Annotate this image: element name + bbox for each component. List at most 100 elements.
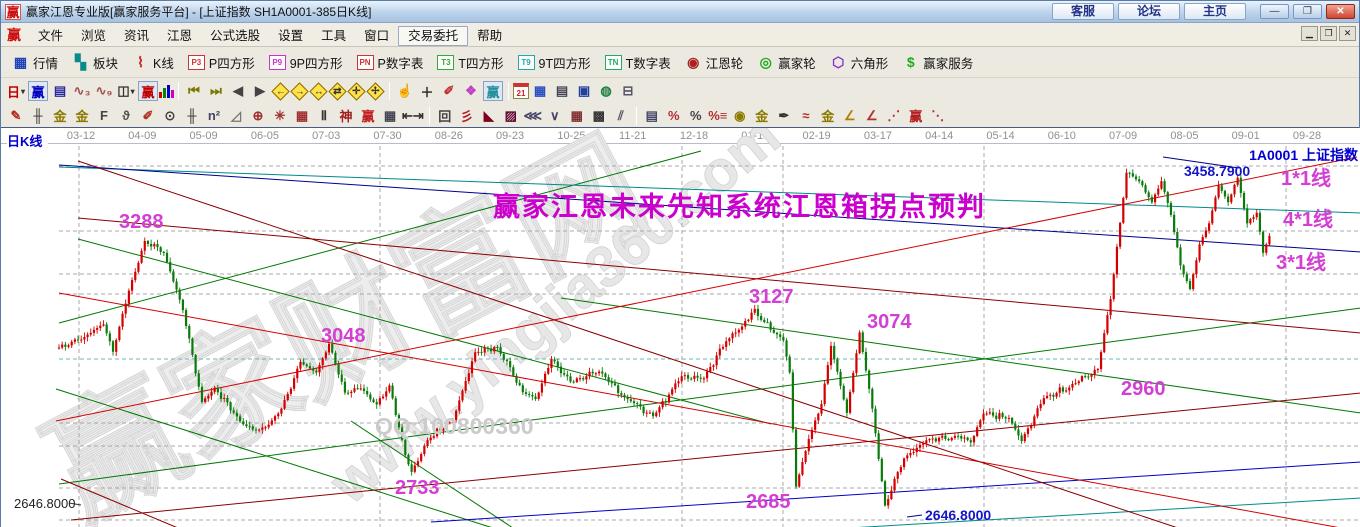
winner-stamp-blue-icon[interactable]: 赢: [28, 81, 48, 101]
info-panel-icon[interactable]: ▤: [50, 81, 70, 101]
expand-all-icon[interactable]: ✛: [347, 82, 365, 100]
toolbar-kline[interactable]: ⌇K线: [125, 50, 181, 74]
calendar-icon[interactable]: 21: [513, 83, 529, 99]
menu-item-工具[interactable]: 工具: [312, 27, 355, 45]
menu-item-窗口[interactable]: 窗口: [355, 27, 398, 45]
crosshair-icon[interactable]: ＋: [417, 81, 437, 101]
ink-pen-icon[interactable]: ✒: [774, 106, 794, 126]
prev-page-icon[interactable]: ◀: [228, 81, 248, 101]
shen-tool-icon[interactable]: 神: [336, 106, 356, 126]
speed-lines-icon[interactable]: ⋰: [884, 106, 904, 126]
gold-ruler-a-icon[interactable]: 金: [50, 106, 70, 126]
fan-box-icon[interactable]: ◣: [479, 106, 499, 126]
menu-item-浏览[interactable]: 浏览: [72, 27, 115, 45]
grid-a-icon[interactable]: ▦: [567, 106, 587, 126]
minimize-button[interactable]: —: [1260, 4, 1289, 19]
price-ruler-icon[interactable]: ╫: [182, 106, 202, 126]
toolbar-9t-square[interactable]: T99T四方形: [511, 50, 598, 74]
gold-ruler-b-icon[interactable]: 金: [72, 106, 92, 126]
width-measure-icon[interactable]: ⇤⇥: [402, 106, 424, 126]
star-burst-icon[interactable]: ✳: [270, 106, 290, 126]
ying-fan-icon[interactable]: 赢: [906, 106, 926, 126]
time-circle-icon[interactable]: ⊙: [160, 106, 180, 126]
box-tool-icon[interactable]: 回: [435, 106, 455, 126]
fan-lines-icon[interactable]: 彡: [457, 106, 477, 126]
grid-b-icon[interactable]: ▩: [589, 106, 609, 126]
gann-ruler-icon[interactable]: ╫: [28, 106, 48, 126]
menu-item-交易委托[interactable]: 交易委托: [398, 26, 468, 46]
toolbar-t-square[interactable]: T3T四方形: [430, 50, 510, 74]
marker-brush-icon[interactable]: ✐: [138, 106, 158, 126]
f-angle-icon[interactable]: ∠: [862, 106, 882, 126]
toolbar-winner-service[interactable]: $赢家服务: [895, 50, 980, 74]
last-page-icon[interactable]: ⏭: [206, 81, 226, 101]
j-angle-icon[interactable]: ∠: [840, 106, 860, 126]
customer-service-button[interactable]: 客服: [1052, 3, 1114, 20]
child-close-button[interactable]: ✕: [1339, 26, 1356, 41]
shift-left-icon[interactable]: ←: [271, 82, 289, 100]
save-icon[interactable]: ▣: [574, 81, 594, 101]
erase-tool-icon[interactable]: ✐: [439, 81, 459, 101]
fib-ruler-icon[interactable]: F: [94, 106, 114, 126]
forum-button[interactable]: 论坛: [1118, 3, 1180, 20]
menu-item-江恩[interactable]: 江恩: [158, 27, 201, 45]
gold-box-icon[interactable]: 金: [818, 106, 838, 126]
gold-circle-icon[interactable]: ◉: [730, 106, 750, 126]
toolbar-winner-wheel[interactable]: ◎赢家轮: [750, 50, 823, 74]
grid-target-icon[interactable]: ▦: [292, 106, 312, 126]
toolbar-p-square[interactable]: P3P四方形: [181, 50, 262, 74]
candle-style-icon[interactable]: ◫▾: [116, 81, 136, 101]
target-circle-icon[interactable]: ⊕: [248, 106, 268, 126]
calculator-icon[interactable]: ▦: [530, 81, 550, 101]
wave-overlay-icon[interactable]: ≈: [796, 106, 816, 126]
menu-item-公式选股[interactable]: 公式选股: [201, 27, 269, 45]
chart-panel[interactable]: 日K线 1A0001 上证指数 03-1204-0905-0906-0507-0…: [1, 128, 1360, 527]
homepage-button[interactable]: 主页: [1184, 3, 1246, 20]
volume-bars-icon[interactable]: [159, 84, 174, 98]
toolbar-gann-wheel[interactable]: ◉江恩轮: [678, 50, 751, 74]
menu-item-设置[interactable]: 设置: [269, 27, 312, 45]
angle-tool-icon[interactable]: ◿: [226, 106, 246, 126]
expand-horizontal-icon[interactable]: ↔: [309, 82, 327, 100]
first-page-icon[interactable]: ⏮: [184, 81, 204, 101]
drag-hand-icon[interactable]: ☝: [395, 81, 415, 101]
zoom-extents-icon[interactable]: ✢: [366, 82, 384, 100]
fan-square-icon[interactable]: ▨: [501, 106, 521, 126]
shift-right-icon[interactable]: →: [290, 82, 308, 100]
child-restore-button[interactable]: ❐: [1320, 26, 1337, 41]
swap-horizontal-icon[interactable]: ⇄: [328, 82, 346, 100]
toolbar-hexagon[interactable]: ⬡六角形: [823, 50, 896, 74]
ying-tool-icon[interactable]: 赢: [358, 106, 378, 126]
close-button[interactable]: ✕: [1326, 4, 1355, 19]
chart-9-icon[interactable]: ∿₉: [94, 81, 114, 101]
percent-zigzag-icon[interactable]: %: [664, 106, 684, 126]
menu-item-帮助[interactable]: 帮助: [468, 27, 511, 45]
toolbar-9p-square[interactable]: P99P四方形: [262, 50, 350, 74]
percent-lines-icon[interactable]: %≡: [708, 106, 728, 126]
parallel-lines-icon[interactable]: ⫽: [611, 106, 631, 126]
draw-brush-icon[interactable]: ✎: [6, 106, 26, 126]
k-quote-icon[interactable]: Ⅱ: [314, 106, 334, 126]
toolbar-quotes[interactable]: ▦行情: [5, 50, 65, 74]
pattern-tool-icon[interactable]: ❖: [461, 81, 481, 101]
restore-button[interactable]: ❐: [1293, 4, 1322, 19]
toolbar-sectors[interactable]: ▚板块: [65, 50, 125, 74]
menu-item-文件[interactable]: 文件: [29, 27, 72, 45]
next-page-icon[interactable]: ▶: [250, 81, 270, 101]
notes-icon[interactable]: ▤: [552, 81, 572, 101]
winner-stamp-cyan-icon[interactable]: 赢: [483, 81, 503, 101]
n-square-icon[interactable]: n²: [204, 106, 224, 126]
spiral-tool-icon[interactable]: ϑ: [116, 106, 136, 126]
percent-plain-icon[interactable]: %: [686, 106, 706, 126]
toolbar-t-number-table[interactable]: TNT数字表: [598, 50, 678, 74]
menu-item-资讯[interactable]: 资讯: [115, 27, 158, 45]
print-icon[interactable]: ⊟: [618, 81, 638, 101]
percent-table-icon[interactable]: ▤: [642, 106, 662, 126]
send-web-icon[interactable]: ◍: [596, 81, 616, 101]
down-fan-icon[interactable]: ⋱: [928, 106, 948, 126]
trend-arrows-icon[interactable]: ⋘: [523, 106, 543, 126]
chart-3-icon[interactable]: ∿₃: [72, 81, 92, 101]
v-lines-icon[interactable]: ∨: [545, 106, 565, 126]
child-minimize-button[interactable]: ▁: [1301, 26, 1318, 41]
winner-stamp-red-icon[interactable]: 赢: [138, 81, 158, 101]
